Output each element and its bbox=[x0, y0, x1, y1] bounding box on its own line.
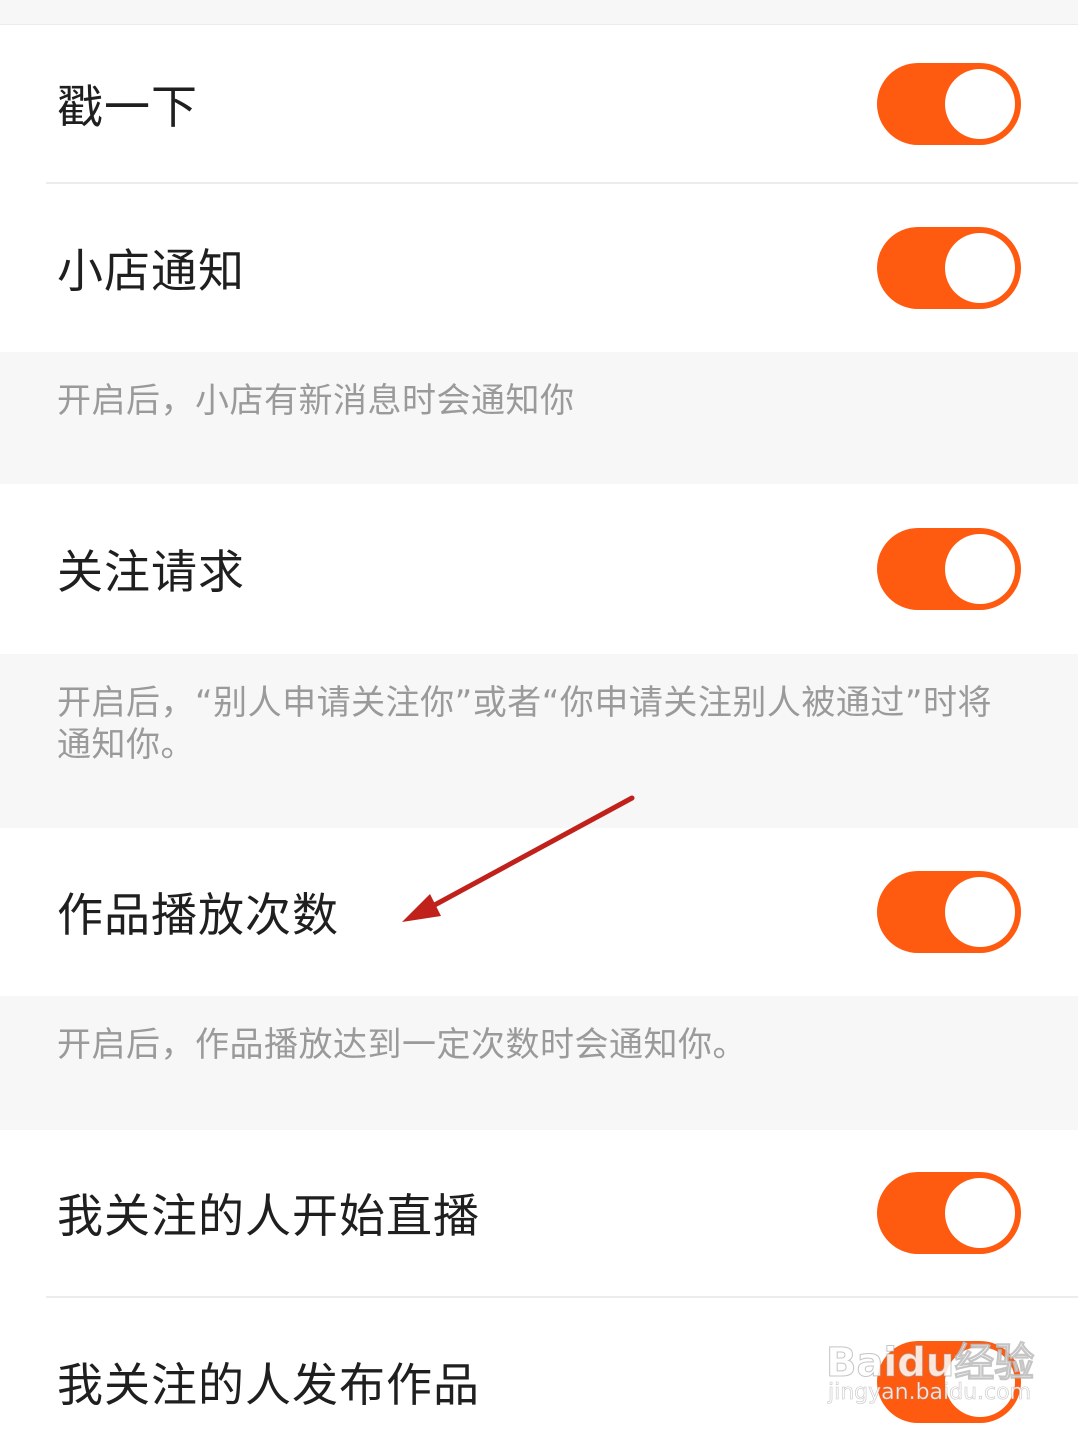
setting-row-follow-request[interactable]: 关注请求 bbox=[0, 484, 1078, 654]
toggle-switch-play-count[interactable] bbox=[877, 871, 1021, 953]
setting-label: 我关注的人开始直播 bbox=[57, 1189, 480, 1243]
toggle-switch-new-work[interactable] bbox=[877, 1341, 1021, 1423]
toggle-knob bbox=[945, 233, 1015, 303]
toggle-knob bbox=[945, 1347, 1015, 1417]
toggle-switch-shop-notice[interactable] bbox=[877, 227, 1021, 309]
description-text: 开启后，作品播放达到一定次数时会通知你。 bbox=[57, 1025, 747, 1065]
toggle-knob bbox=[945, 534, 1015, 604]
toggle-knob bbox=[945, 69, 1015, 139]
top-strip bbox=[0, 0, 1078, 25]
setting-row-new-work[interactable]: 我关注的人发布作品 bbox=[0, 1298, 1078, 1436]
setting-row-shop-notice[interactable]: 小店通知 bbox=[0, 184, 1078, 352]
setting-description-play-count: 开启后，作品播放达到一定次数时会通知你。 bbox=[0, 996, 1078, 1130]
setting-row-play-count[interactable]: 作品播放次数 bbox=[0, 828, 1078, 996]
toggle-knob bbox=[945, 1178, 1015, 1248]
setting-description-shop-notice: 开启后，小店有新消息时会通知你 bbox=[0, 352, 1078, 484]
setting-label: 我关注的人发布作品 bbox=[57, 1358, 480, 1412]
setting-label: 作品播放次数 bbox=[57, 888, 339, 942]
setting-description-follow-request: 开启后，“别人申请关注你”或者“你申请关注别人被通过”时将通知你。 bbox=[0, 654, 1078, 828]
toggle-switch-poke[interactable] bbox=[877, 63, 1021, 145]
setting-row-live-start[interactable]: 我关注的人开始直播 bbox=[0, 1130, 1078, 1296]
setting-label: 戳一下 bbox=[57, 80, 198, 134]
toggle-switch-live-start[interactable] bbox=[877, 1172, 1021, 1254]
setting-label: 小店通知 bbox=[57, 244, 245, 298]
description-text: 开启后，“别人申请关注你”或者“你申请关注别人被通过”时将通知你。 bbox=[57, 683, 992, 765]
toggle-knob bbox=[945, 877, 1015, 947]
toggle-switch-follow-request[interactable] bbox=[877, 528, 1021, 610]
description-text: 开启后，小店有新消息时会通知你 bbox=[57, 381, 575, 421]
setting-label: 关注请求 bbox=[57, 545, 245, 599]
setting-row-poke[interactable]: 戳一下 bbox=[0, 25, 1078, 183]
